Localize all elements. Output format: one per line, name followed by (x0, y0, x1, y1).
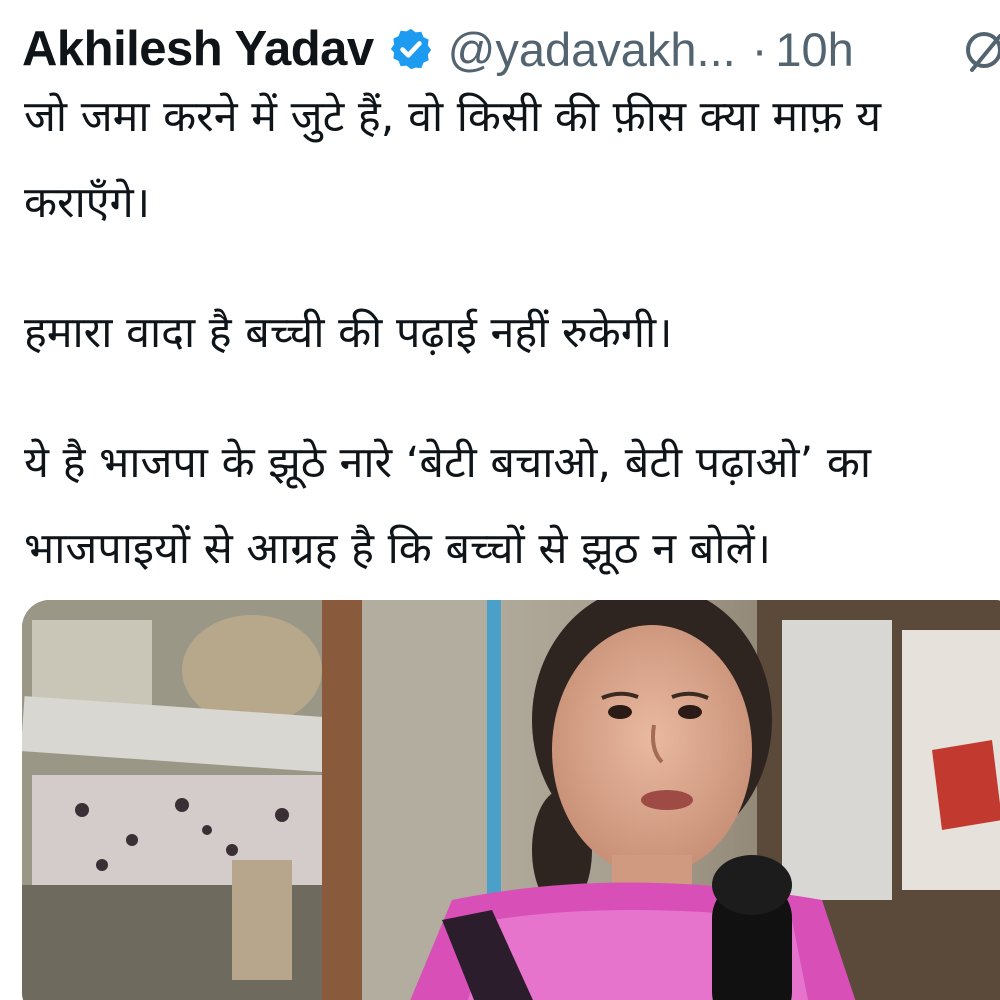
tweet-text-line: हमारा वादा है बच्ची की पढ़ाई नहीं रुकेगी… (24, 308, 673, 358)
header-separator: · (751, 22, 768, 76)
verified-badge-icon (388, 26, 434, 72)
tweet-text-line: कराएँगे। (24, 178, 151, 228)
tweet-paragraph-2: हमारा वादा है बच्ची की पढ़ाई नहीं रुकेगी… (24, 290, 1000, 376)
tweet[interactable]: Akhilesh Yadav @yadavakh... · 10h जो जमा… (0, 0, 1000, 1000)
tweet-paragraph-3: ये है भाजपा के झूठे नारे ‘बेटी बचाओ, बेट… (24, 420, 1000, 592)
tweet-media-video-thumbnail[interactable] (22, 600, 1000, 1000)
author-handle[interactable]: @yadavakh... (448, 22, 736, 77)
tweet-text-line: जो जमा करने में जुटे हैं, वो किसी की फ़ी… (24, 92, 882, 142)
author-name[interactable]: Akhilesh Yadav (22, 21, 374, 77)
tweet-timestamp[interactable]: 10h (775, 22, 853, 77)
tweet-text-line: भाजपाइयों से आग्रह है कि बच्चों से झूठ न… (24, 524, 771, 574)
tweet-paragraph-1: जो जमा करने में जुटे हैं, वो किसी की फ़ी… (24, 74, 1000, 246)
tweet-text-line: ये है भाजपा के झूठे नारे ‘बेटी बचाओ, बेट… (24, 438, 872, 488)
grok-icon[interactable] (962, 28, 1000, 78)
girl-speaking-into-microphone-image (22, 600, 1000, 1000)
